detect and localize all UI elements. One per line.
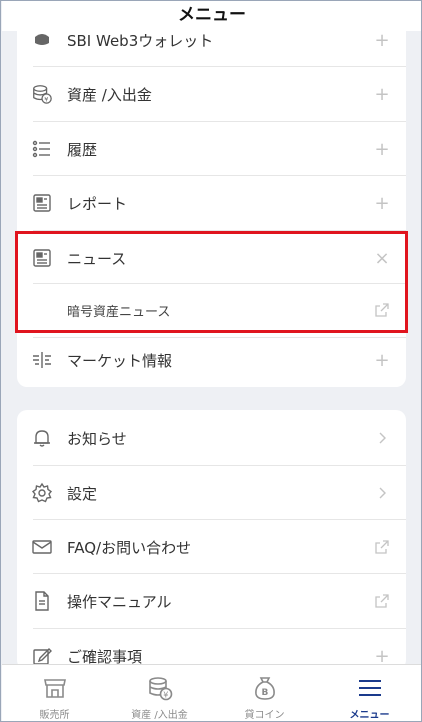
expand-icon[interactable]: + bbox=[374, 84, 390, 105]
gear-icon bbox=[31, 482, 53, 504]
chevron-right-icon[interactable] bbox=[374, 430, 390, 446]
menu-item-label: 設定 bbox=[67, 484, 98, 503]
menu-item-label: 資産 /入出金 bbox=[67, 85, 152, 104]
menu-card-secondary: お知らせ 設定 FAQ/お問い合わせ 操作マニュアル ご確認事項 + bbox=[17, 410, 406, 670]
menu-item-report[interactable]: レポート + bbox=[17, 176, 406, 230]
tab-label: メニュー bbox=[349, 710, 390, 721]
expand-icon[interactable]: + bbox=[374, 193, 390, 214]
coins-icon: ¥ bbox=[145, 673, 175, 703]
menu-item-assets[interactable]: ¥ 資産 /入出金 + bbox=[17, 67, 406, 121]
menu-item-label: ニュース bbox=[67, 249, 127, 268]
menu-item-manual[interactable]: 操作マニュアル bbox=[17, 574, 406, 628]
market-icon bbox=[31, 349, 53, 371]
menu-item-faq[interactable]: FAQ/お問い合わせ bbox=[17, 520, 406, 574]
bottom-tab-bar: 販売所 ¥ 資産 /入出金 B 貸コイン メニュー bbox=[2, 664, 421, 721]
menu-item-history[interactable]: 履歴 + bbox=[17, 122, 406, 176]
hamburger-icon bbox=[355, 673, 385, 703]
svg-text:¥: ¥ bbox=[44, 95, 48, 103]
chevron-right-icon[interactable] bbox=[374, 485, 390, 501]
store-icon bbox=[40, 673, 70, 703]
list-icon bbox=[31, 138, 53, 160]
tab-store[interactable]: 販売所 bbox=[2, 665, 107, 721]
tab-menu[interactable]: メニュー bbox=[317, 665, 421, 721]
coins-icon: ¥ bbox=[31, 83, 53, 105]
tab-label: 販売所 bbox=[39, 710, 70, 721]
external-link-icon[interactable] bbox=[374, 302, 390, 318]
bell-icon bbox=[31, 427, 53, 449]
collapse-icon[interactable]: × bbox=[374, 248, 390, 269]
menu-item-label: SBI Web3ウォレット bbox=[67, 31, 214, 50]
menu-item-label: 操作マニュアル bbox=[67, 592, 172, 611]
menu-item-label: レポート bbox=[67, 194, 128, 213]
external-link-icon[interactable] bbox=[374, 539, 390, 555]
expand-icon[interactable]: + bbox=[374, 350, 390, 371]
svg-text:B: B bbox=[261, 688, 268, 698]
menu-item-notices[interactable]: お知らせ bbox=[17, 411, 406, 465]
wallet-icon bbox=[31, 29, 53, 51]
mail-icon bbox=[31, 536, 53, 558]
expand-icon[interactable]: + bbox=[374, 139, 390, 160]
submenu-item-crypto-news[interactable]: 暗号資産ニュース bbox=[17, 283, 406, 337]
menu-item-settings[interactable]: 設定 bbox=[17, 466, 406, 520]
menu-item-news[interactable]: ニュース × bbox=[17, 231, 406, 285]
expand-icon[interactable]: + bbox=[374, 30, 390, 51]
document-icon bbox=[31, 590, 53, 612]
app-frame: メニュー SBI Web3ウォレット + ¥ 資産 /入出金 + 履歴 + レポ… bbox=[0, 0, 422, 722]
tab-label: 資産 /入出金 bbox=[131, 710, 188, 721]
menu-item-label: 履歴 bbox=[67, 140, 98, 159]
external-link-icon[interactable] bbox=[374, 593, 390, 609]
header: メニュー bbox=[2, 1, 421, 31]
tab-lending[interactable]: B 貸コイン bbox=[212, 665, 317, 721]
menu-item-label: お知らせ bbox=[67, 429, 127, 448]
news-icon bbox=[31, 247, 53, 269]
tab-assets[interactable]: ¥ 資産 /入出金 bbox=[107, 665, 212, 721]
page-title: メニュー bbox=[178, 4, 246, 25]
submenu-item-label: 暗号資産ニュース bbox=[67, 304, 171, 320]
expand-icon[interactable]: + bbox=[374, 646, 390, 667]
menu-item-label: FAQ/お問い合わせ bbox=[67, 538, 192, 557]
menu-card-primary: SBI Web3ウォレット + ¥ 資産 /入出金 + 履歴 + レポート + … bbox=[17, 11, 406, 387]
bitcoin-bag-icon: B bbox=[250, 673, 280, 703]
report-icon bbox=[31, 192, 53, 214]
menu-item-market-info[interactable]: マーケット情報 + bbox=[17, 333, 406, 387]
menu-item-label: マーケット情報 bbox=[67, 351, 173, 370]
svg-text:¥: ¥ bbox=[163, 691, 168, 700]
tab-label: 貸コイン bbox=[244, 710, 285, 721]
